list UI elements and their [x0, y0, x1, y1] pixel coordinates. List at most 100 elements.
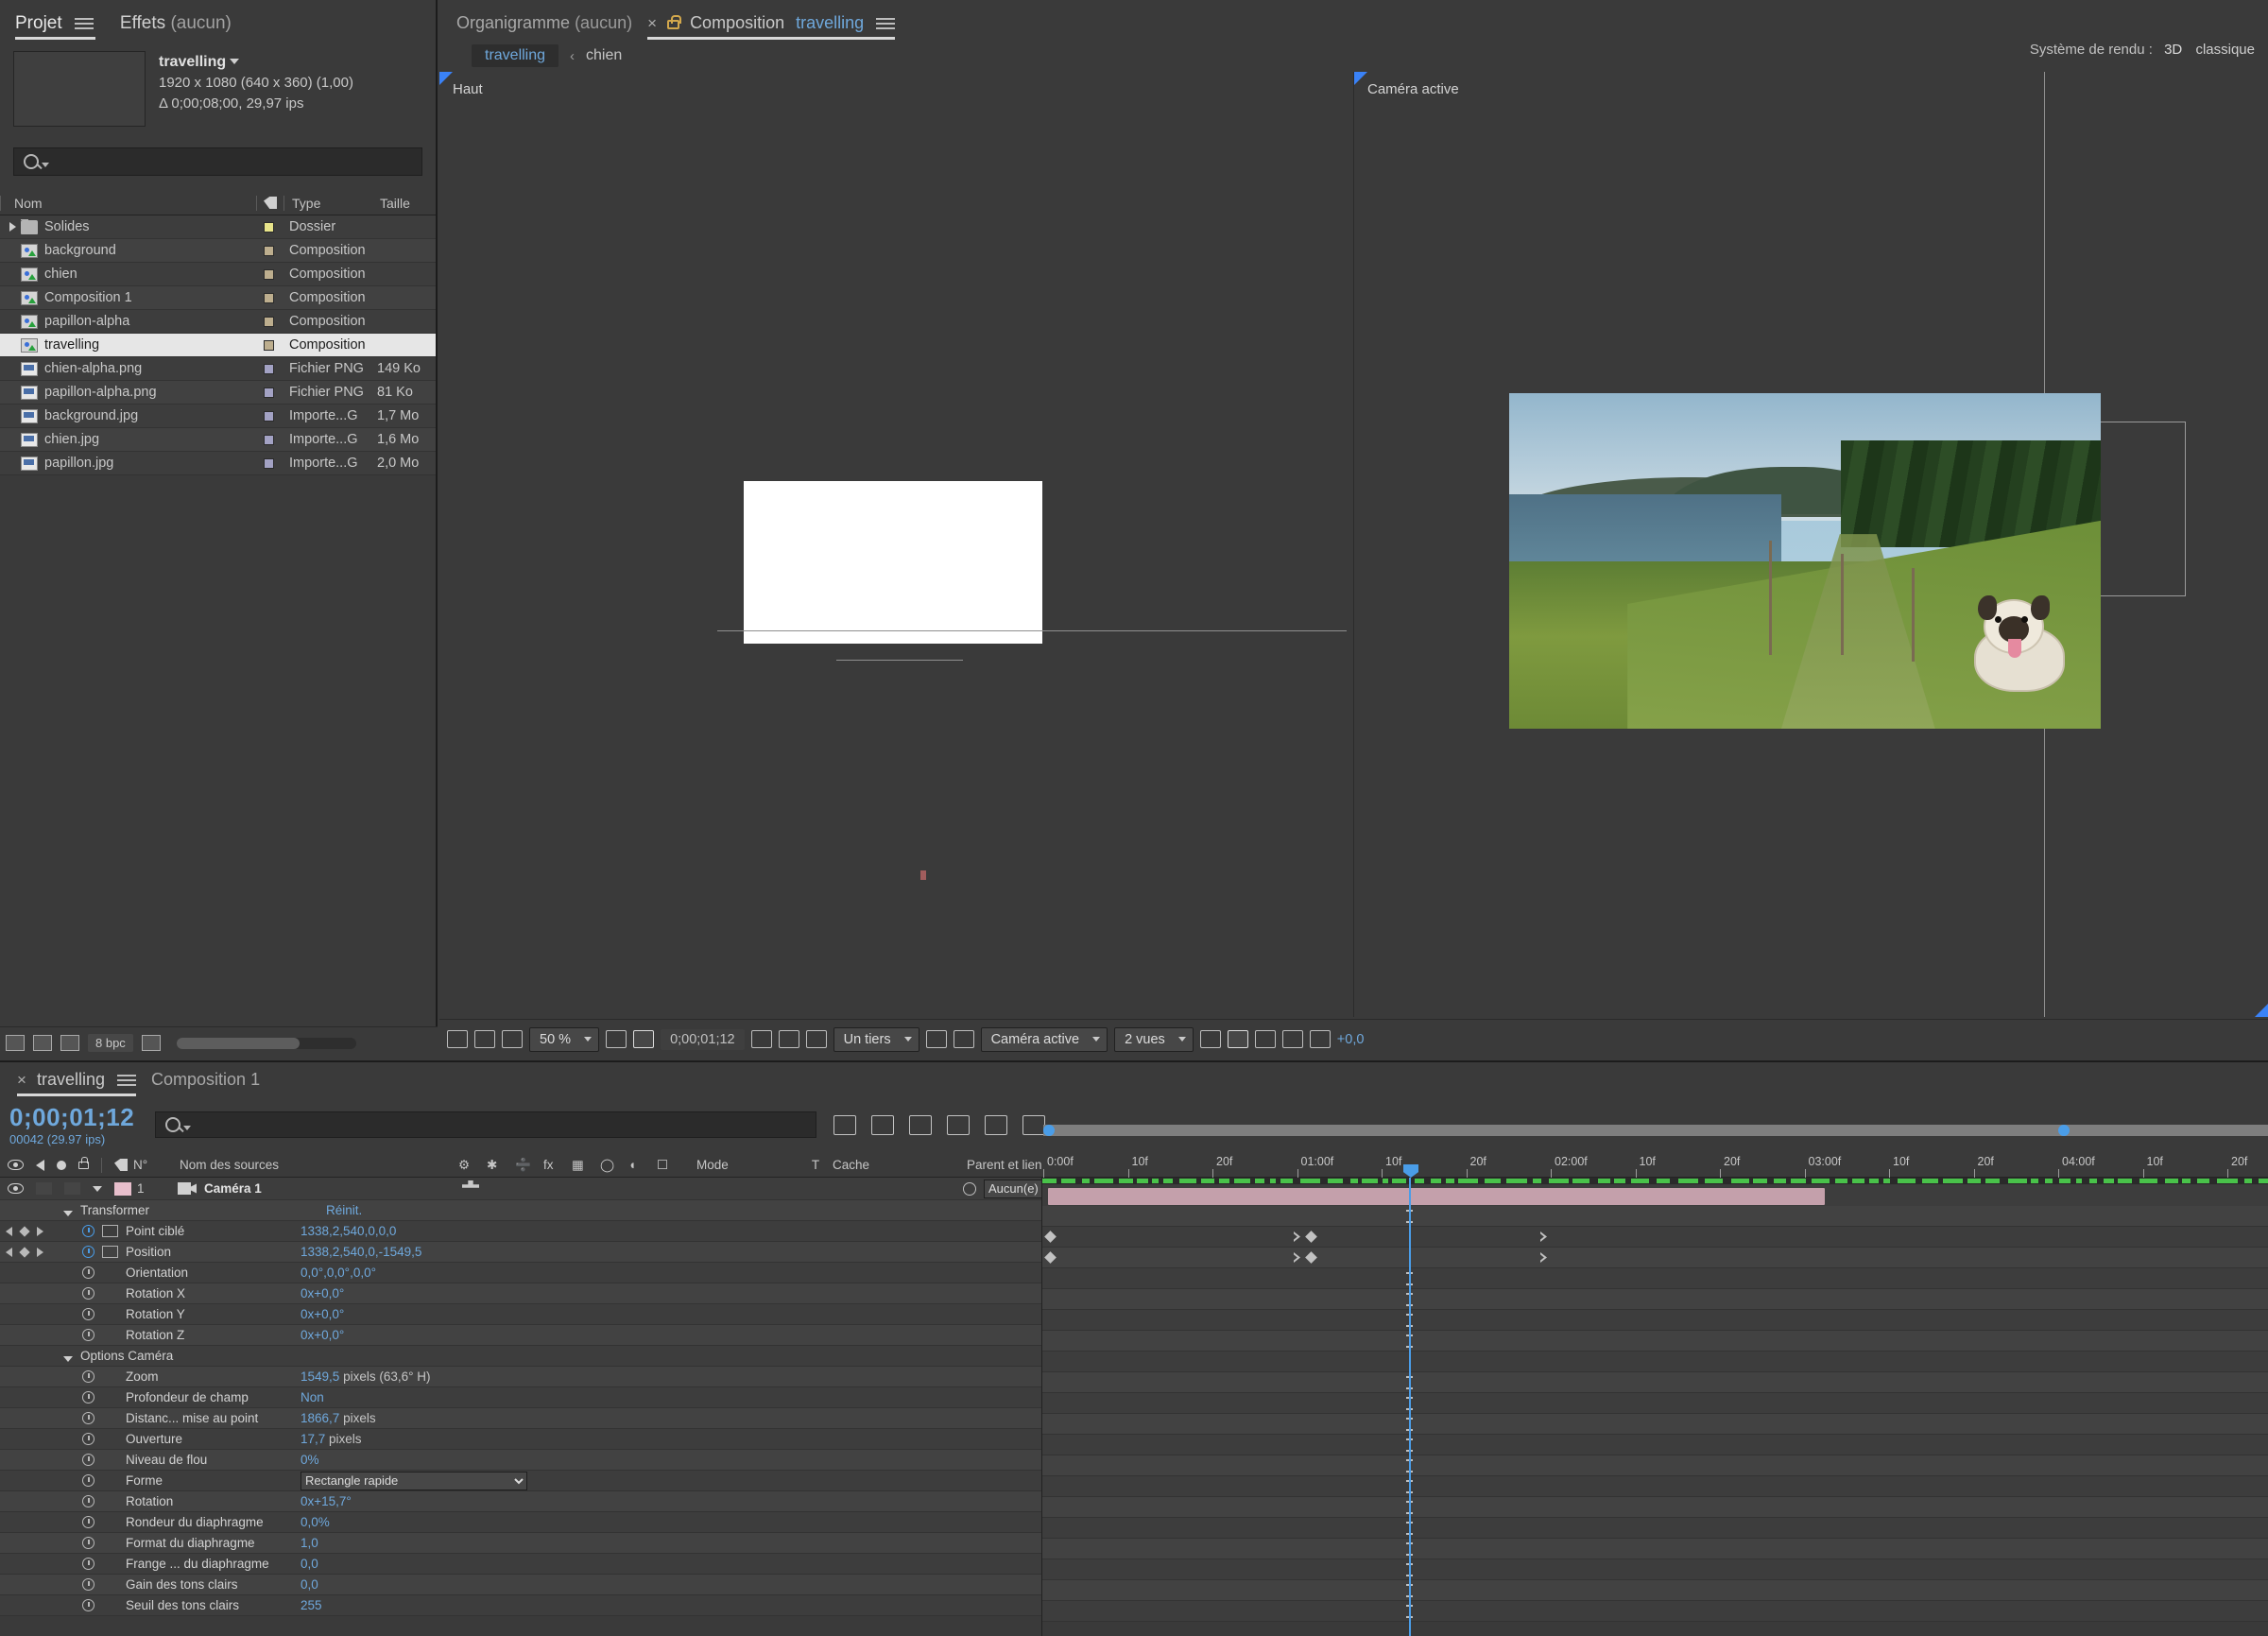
group-disclosure-icon[interactable] — [63, 1211, 73, 1216]
stopwatch-icon[interactable] — [82, 1225, 94, 1237]
timeline-track-row[interactable] — [1042, 1185, 2268, 1208]
timeline-track-row[interactable] — [1042, 1497, 2268, 1518]
panel-menu-icon[interactable] — [75, 17, 94, 30]
column-header-type[interactable]: Type — [284, 196, 374, 211]
stopwatch-icon[interactable] — [82, 1537, 94, 1549]
close-icon[interactable]: × — [17, 1071, 26, 1089]
timeline-track-row[interactable] — [1042, 1331, 2268, 1352]
property-row[interactable]: Forme Rectangle rapide — [0, 1471, 1041, 1491]
property-row[interactable]: Orientation 0,0°,0,0°,0,0° — [0, 1263, 1041, 1283]
keyframe-marker[interactable] — [1044, 1231, 1057, 1243]
property-value[interactable]: 0,0°,0,0°,0,0° — [301, 1266, 376, 1280]
keyframe-marker[interactable] — [1305, 1231, 1317, 1243]
property-value[interactable]: 1866,7 — [301, 1411, 339, 1425]
close-icon[interactable]: × — [647, 14, 657, 32]
property-row[interactable]: Rotation Y 0x+0,0° — [0, 1304, 1041, 1325]
layer-visibility-toggle[interactable] — [8, 1183, 24, 1194]
stopwatch-icon[interactable] — [82, 1495, 94, 1507]
timeline-ruler[interactable]: 0:00f 10f 20f 01:00f 10f 20f 02:00f 10f 20f 03:00… — [1043, 1119, 2268, 1178]
resolution-select[interactable]: Un tiers — [833, 1027, 919, 1052]
property-row[interactable]: Niveau de flou 0% — [0, 1450, 1041, 1471]
project-horizontal-scrollbar[interactable] — [177, 1038, 356, 1049]
layer-audio-cell[interactable] — [36, 1182, 52, 1195]
label-color-swatch[interactable] — [264, 246, 274, 256]
property-row[interactable]: Rotation X 0x+0,0° — [0, 1283, 1041, 1304]
timeline-track-row[interactable] — [1042, 1393, 2268, 1414]
property-value[interactable]: 0x+0,0° — [301, 1307, 344, 1321]
layer-solo-cell[interactable] — [64, 1182, 80, 1195]
layer-row-camera[interactable]: 1 Caméra 1 Aucun(e) — [0, 1178, 1041, 1200]
grid-guides-icon[interactable] — [606, 1030, 627, 1048]
project-item-row[interactable]: papillon-alpha.png Fichier PNG 81 Ko — [0, 381, 436, 405]
timeline-search-input[interactable] — [155, 1111, 816, 1138]
property-value[interactable]: 1549,5 — [301, 1369, 339, 1384]
playhead-line[interactable] — [1409, 1178, 1411, 1636]
viewer-pane-top[interactable]: Haut — [439, 72, 1354, 1017]
stopwatch-icon[interactable] — [82, 1329, 94, 1341]
stopwatch-icon[interactable] — [82, 1370, 94, 1383]
channel-select-icon[interactable] — [806, 1030, 827, 1048]
search-dropdown-icon[interactable] — [183, 1126, 191, 1130]
current-time-display[interactable]: 0;00;01;12 00042 (29.97 ips) — [0, 1103, 134, 1146]
viewer-menu-icon[interactable] — [876, 17, 895, 30]
timeline-track-row[interactable] — [1042, 1414, 2268, 1435]
property-value[interactable]: 255 — [301, 1598, 322, 1612]
label-color-swatch[interactable] — [264, 340, 274, 351]
value-graph-icon[interactable] — [102, 1246, 118, 1258]
property-group-row[interactable]: Transformer Réinit. — [0, 1200, 1041, 1221]
always-preview-icon[interactable] — [447, 1030, 468, 1048]
stopwatch-icon[interactable] — [82, 1578, 94, 1591]
property-group-value[interactable]: Réinit. — [326, 1203, 362, 1217]
stopwatch-icon[interactable] — [82, 1391, 94, 1404]
property-value[interactable]: 0x+15,7° — [301, 1494, 352, 1508]
property-row[interactable]: Profondeur de champ Non — [0, 1387, 1041, 1408]
render-system-mode[interactable]: classique — [2195, 42, 2255, 58]
tab-projet[interactable]: Projet — [11, 9, 103, 40]
property-group-row[interactable]: Options Caméra — [0, 1346, 1041, 1367]
property-value[interactable]: 0% — [301, 1453, 319, 1467]
project-item-row[interactable]: Solides Dossier — [0, 215, 436, 239]
project-item-row[interactable]: chien Composition — [0, 263, 436, 286]
timeline-track-row[interactable] — [1042, 1227, 2268, 1248]
timeline-track-row[interactable] — [1042, 1268, 2268, 1289]
tab-timeline-travelling[interactable]: × travelling — [9, 1066, 144, 1096]
graph-editor-icon[interactable] — [1022, 1115, 1045, 1135]
property-row[interactable]: Seuil des tons clairs 255 — [0, 1595, 1041, 1616]
label-color-swatch[interactable] — [264, 317, 274, 327]
tab-organigramme[interactable]: Organigramme (aucun) — [449, 9, 640, 40]
timeline-track-row[interactable] — [1042, 1476, 2268, 1497]
property-value[interactable]: 0,0% — [301, 1515, 330, 1529]
property-row[interactable]: Position 1338,2,540,0,-1549,5 — [0, 1242, 1041, 1263]
timeline-track-row[interactable] — [1042, 1455, 2268, 1476]
region-interest-toggle-icon[interactable] — [926, 1030, 947, 1048]
stopwatch-icon[interactable] — [82, 1287, 94, 1300]
timeline-track-row[interactable] — [1042, 1559, 2268, 1580]
timeline-track-row[interactable] — [1042, 1310, 2268, 1331]
keyframe-marker[interactable] — [1044, 1251, 1057, 1264]
keyframe-ease-marker[interactable] — [1540, 1231, 1547, 1242]
tab-timeline-composition-1[interactable]: Composition 1 — [144, 1066, 267, 1096]
disclosure-triangle-icon[interactable] — [9, 222, 16, 232]
breadcrumb-parent[interactable]: chien — [586, 47, 622, 64]
tab-effets[interactable]: Effets (aucun) — [103, 9, 241, 40]
stopwatch-icon[interactable] — [82, 1246, 94, 1258]
keyframe-ease-marker[interactable] — [1294, 1252, 1300, 1263]
new-folder-icon[interactable] — [33, 1035, 52, 1051]
3d-glasses-icon[interactable] — [502, 1030, 523, 1048]
timeline-track-row[interactable] — [1042, 1352, 2268, 1372]
property-row[interactable]: Rondeur du diaphragme 0,0% — [0, 1512, 1041, 1533]
pixel-aspect-icon[interactable] — [1200, 1030, 1221, 1048]
comp-flowchart-icon[interactable] — [1282, 1030, 1303, 1048]
stopwatch-icon[interactable] — [82, 1454, 94, 1466]
property-row[interactable]: Zoom 1549,5 pixels (63,6° H) — [0, 1367, 1041, 1387]
parent-select[interactable]: Aucun(e) — [984, 1180, 1042, 1198]
property-row[interactable]: Gain des tons clairs 0,0 — [0, 1575, 1041, 1595]
keyframe-marker[interactable] — [1305, 1251, 1317, 1264]
view-camera-select[interactable]: Caméra active — [981, 1027, 1108, 1052]
property-value[interactable]: 0x+0,0° — [301, 1328, 344, 1342]
draft-3d-icon[interactable] — [871, 1115, 894, 1135]
property-value[interactable]: 0x+0,0° — [301, 1286, 344, 1300]
project-settings-icon[interactable] — [60, 1035, 79, 1051]
label-color-swatch[interactable] — [264, 293, 274, 303]
stopwatch-icon[interactable] — [82, 1558, 94, 1570]
